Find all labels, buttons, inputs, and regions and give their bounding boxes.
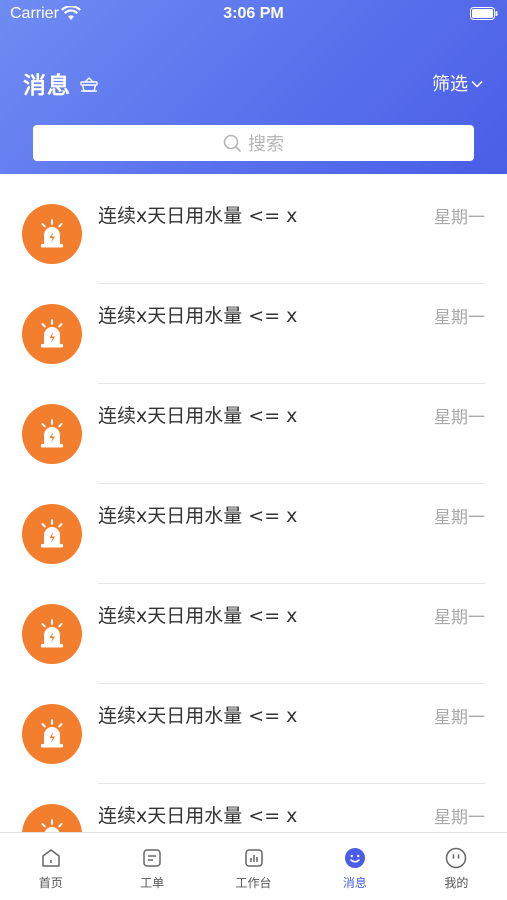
alarm-avatar [22,204,82,264]
tab-profile[interactable]: 我的 [406,833,507,900]
tab-work-order[interactable]: 工单 [101,833,202,900]
message-time: 星期一 [434,608,485,628]
list-item[interactable]: 连续x天日用水量 <= x 星期一 [0,184,507,284]
tab-label: 首页 [38,876,63,890]
list-item[interactable]: 连续x天日用水量 <= x 星期一 [0,784,507,832]
status-bar: Carrier 3:06 PM [0,0,507,30]
alarm-avatar [22,304,82,364]
chevron-down-icon [471,80,483,88]
profile-icon [446,847,467,869]
message-time: 星期一 [434,508,485,528]
alarm-avatar [22,504,82,564]
list-item[interactable]: 连续x天日用水量 <= x 星期一 [0,284,507,384]
dashboard-icon [244,849,263,867]
search-placeholder: 搜索 [248,134,284,155]
status-time: 3:06 PM [223,5,284,22]
list-item[interactable]: 连续x天日用水量 <= x 星期一 [0,384,507,484]
tab-message[interactable]: 消息 [304,833,405,900]
message-title: 连续x天日用水量 <= x [98,605,298,627]
message-time: 星期一 [434,808,485,828]
message-title: 连续x天日用水量 <= x [98,405,298,427]
filter-button[interactable]: 筛选 [432,70,483,96]
alarm-icon [41,719,63,748]
tab-bar: 首页 工单 工作台 消息 我的 [0,832,507,900]
tab-label: 工作台 [235,876,272,890]
alarm-avatar [22,704,82,764]
list-item[interactable]: 连续x天日用水量 <= x 星期一 [0,684,507,784]
tab-home[interactable]: 首页 [0,833,101,900]
message-time: 星期一 [434,708,485,728]
alarm-icon [41,519,63,548]
filter-label: 筛选 [432,74,468,95]
page-title: 消息 [23,73,71,99]
alarm-avatar [22,604,82,664]
message-title: 连续x天日用水量 <= x [98,305,298,327]
alarm-icon [41,619,63,648]
alarm-icon [41,219,63,248]
alarm-icon [41,819,63,832]
message-title: 连续x天日用水量 <= x [98,205,298,227]
message-time: 星期一 [434,308,485,328]
tab-label: 工单 [140,876,165,890]
message-title: 连续x天日用水量 <= x [98,805,298,827]
message-title: 连续x天日用水量 <= x [98,505,298,527]
message-list[interactable]: 连续x天日用水量 <= x 星期一 连续x天日用水量 <= x 星期一 连续x天日用水量… [0,184,507,832]
home-icon [41,849,60,867]
alarm-avatar [22,404,82,464]
tab-label: 消息 [342,876,367,890]
work-order-icon [143,849,161,867]
message-time: 星期一 [434,208,485,228]
battery-icon [470,7,498,20]
alarm-icon [41,419,63,448]
search-input[interactable]: 搜索 [33,125,474,161]
message-time: 星期一 [434,408,485,428]
search-icon [223,134,242,152]
tab-label: 我的 [444,876,469,890]
alarm-avatar [22,804,82,832]
basket-icon[interactable] [80,76,98,92]
list-item[interactable]: 连续x天日用水量 <= x 星期一 [0,484,507,584]
alarm-icon [41,319,63,348]
title-row: 消息 筛选 [0,66,507,102]
message-icon [344,848,365,868]
header: Carrier 3:06 PM 消息 筛选 搜索 [0,0,507,174]
message-title: 连续x天日用水量 <= x [98,705,298,727]
tab-dashboard[interactable]: 工作台 [203,833,304,900]
messages-screen: Carrier 3:06 PM 消息 筛选 搜索 连续x天日用水量 <= x 星… [0,0,507,900]
list-item[interactable]: 连续x天日用水量 <= x 星期一 [0,584,507,684]
